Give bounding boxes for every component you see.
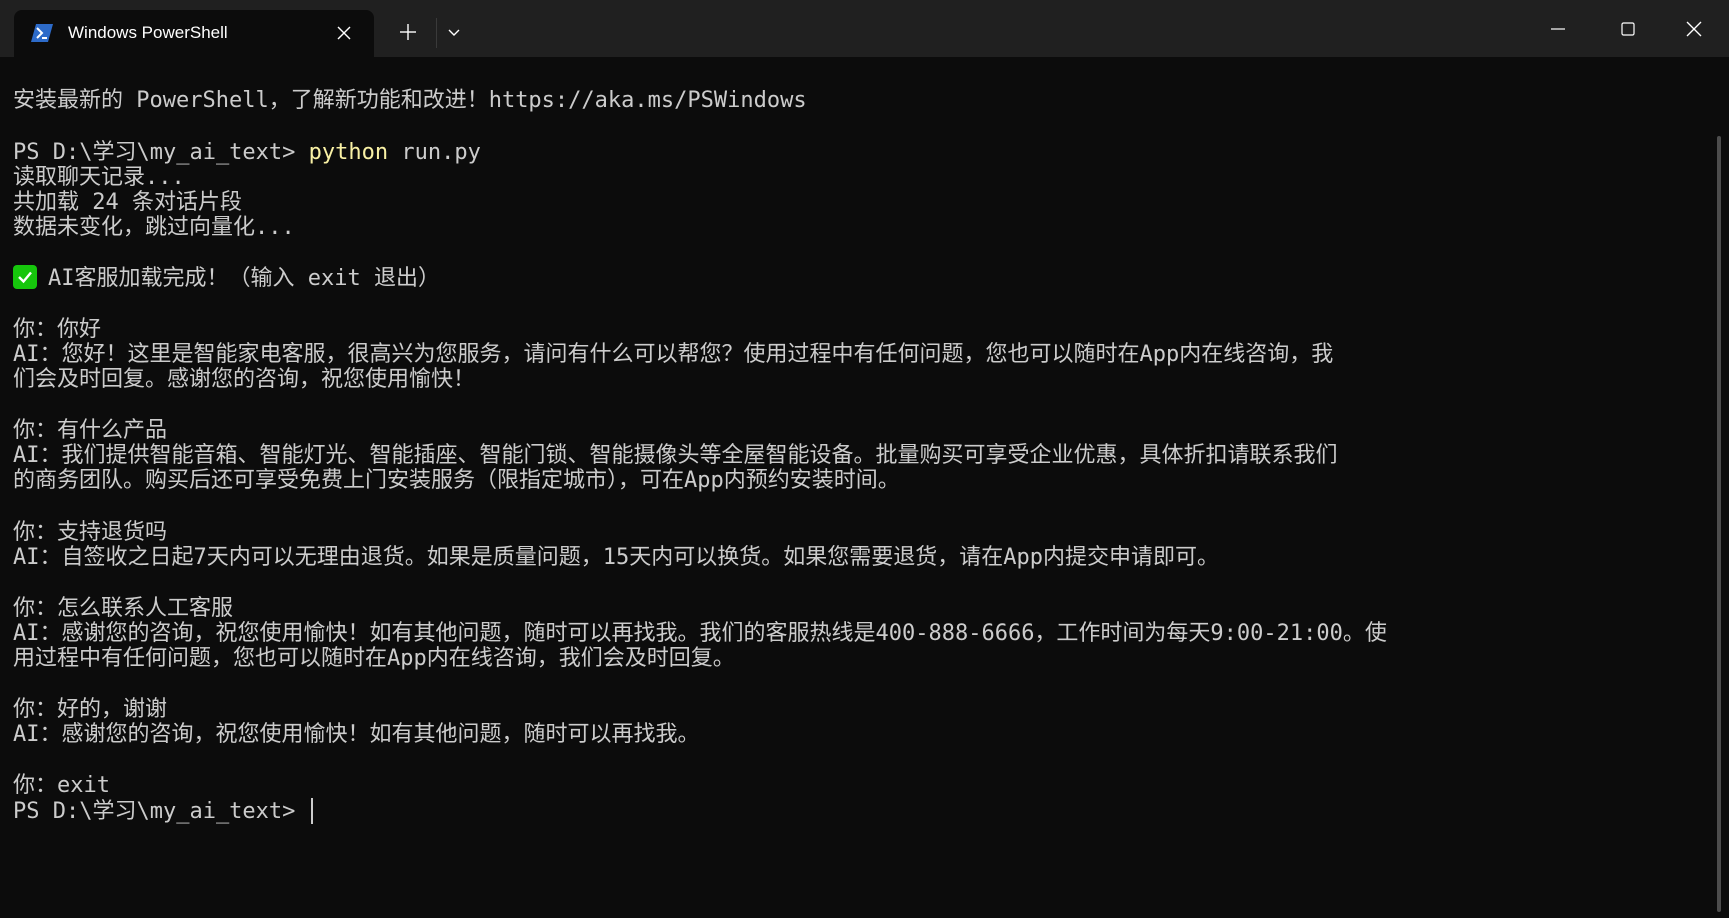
banner-line: 安装最新的 PowerShell，了解新功能和改进！https://aka.ms… [13,88,807,113]
user-message: 你：好的，谢谢 [13,697,168,722]
title-bar[interactable]: Windows PowerShell [0,0,1729,57]
prompt: PS D:\学习\my_ai_text> [13,140,309,165]
text-cursor [310,798,313,824]
ai-message: 们会及时回复。感谢您的咨询，祝您使用愉快！ [13,367,476,392]
ai-message: 的商务团队。购买后还可享受免费上门安装服务（限指定城市），可在App内预约安装时… [13,468,900,493]
plus-icon [400,24,416,40]
ai-message: AI：我们提供智能音箱、智能灯光、智能插座、智能门锁、智能摄像头等全屋智能设备。… [13,443,1338,468]
tab-separator [436,18,437,48]
new-tab-button[interactable] [394,18,422,46]
close-window-button[interactable] [1659,0,1729,57]
ai-message: AI：您好！这里是智能家电客服，很高兴为您服务，请问有什么可以帮您？使用过程中有… [13,342,1334,367]
ready-line: AI客服加载完成！（输入 exit 退出） [13,265,440,293]
prompt: PS D:\学习\my_ai_text> [13,799,309,824]
user-message: 你：你好 [13,317,102,342]
maximize-icon [1621,22,1635,36]
powershell-window: Windows PowerShell 安装最新的 PowerShell，了解新功… [0,0,1729,918]
tab-dropdown-button[interactable] [440,18,468,46]
powershell-icon [31,24,53,42]
status-line: 读取聊天记录... [13,165,185,190]
user-message: 你：有什么产品 [13,418,168,443]
command-args: run.py [388,140,481,165]
ready-message: AI客服加载完成！（输入 exit 退出） [48,266,440,291]
command-keyword: python [308,140,389,165]
close-tab-button[interactable] [332,21,356,45]
check-icon [13,265,37,289]
ai-message: AI：感谢您的咨询，祝您使用愉快！如有其他问题，随时可以再找我。我们的客服热线是… [13,621,1387,646]
ai-message: AI：感谢您的咨询，祝您使用愉快！如有其他问题，随时可以再找我。 [13,722,700,747]
vertical-scrollbar[interactable] [1717,136,1721,912]
terminal-output[interactable]: 安装最新的 PowerShell，了解新功能和改进！https://aka.ms… [0,57,1715,918]
minimize-icon [1551,28,1565,30]
ai-message: 用过程中有任何问题，您也可以随时在App内在线咨询，我们会及时回复。 [13,646,735,671]
command-line: PS D:\学习\my_ai_text> python run.py [13,139,481,167]
close-icon [337,26,351,40]
final-prompt-line[interactable]: PS D:\学习\my_ai_text> [13,798,313,826]
status-line: 数据未变化，跳过向量化... [13,215,295,240]
user-message: 你：怎么联系人工客服 [13,596,234,621]
minimize-button[interactable] [1523,0,1593,57]
close-icon [1686,21,1702,37]
chevron-down-icon [448,29,460,36]
tab-windows-powershell[interactable]: Windows PowerShell [14,10,374,57]
maximize-button[interactable] [1593,0,1663,57]
user-message: 你：支持退货吗 [13,520,168,545]
user-message: 你：exit [13,773,110,798]
tab-title: Windows PowerShell [68,23,228,42]
ai-message: AI：自签收之日起7天内可以无理由退货。如果是质量问题，15天内可以换货。如果您… [13,545,1219,570]
status-line: 共加载 24 条对话片段 [13,190,242,215]
